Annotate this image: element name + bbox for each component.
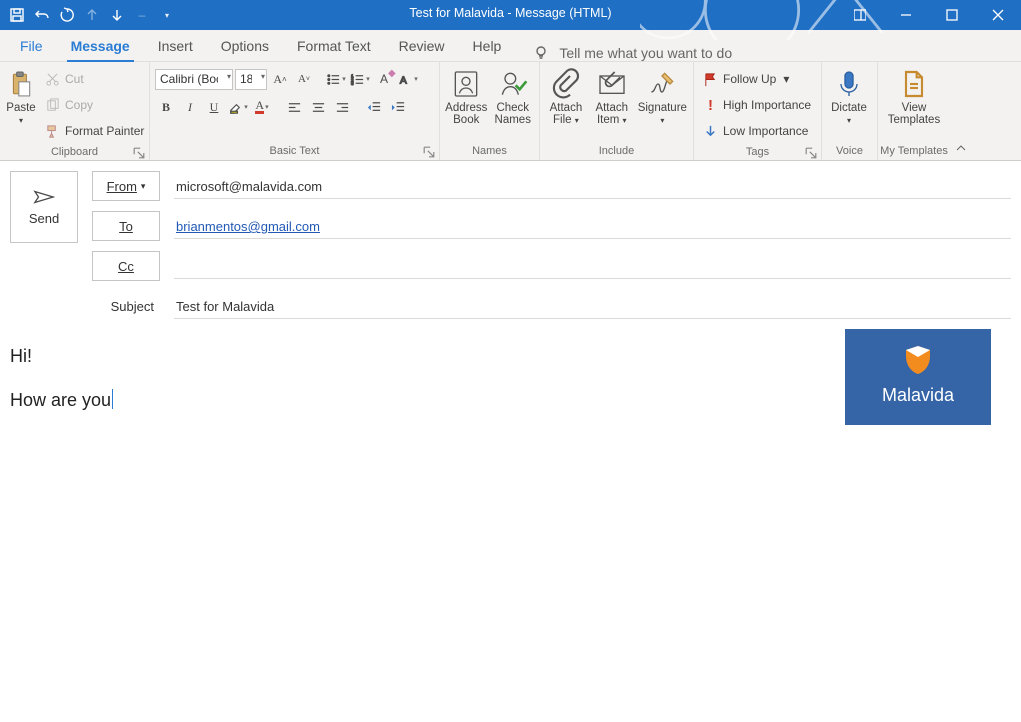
high-importance-button[interactable]: !High Importance	[699, 94, 816, 116]
styles-button[interactable]: A▾	[397, 68, 419, 90]
copy-button: Copy	[41, 94, 148, 116]
tab-review[interactable]: Review	[385, 31, 459, 61]
paste-label: Paste	[6, 102, 35, 114]
svg-text:A: A	[400, 75, 407, 86]
grow-font-button[interactable]: A˄	[269, 68, 291, 90]
group-include: AttachFile ▾ AttachItem ▾ Signature▾ Inc…	[540, 62, 694, 160]
send-label: Send	[29, 211, 59, 226]
compose-header: Send From▾ microsoft@malavida.com To bri…	[0, 161, 1021, 321]
underline-button[interactable]: U	[203, 96, 225, 118]
arrow-down-icon[interactable]	[106, 4, 128, 26]
cut-button: Cut	[41, 68, 148, 90]
malavida-logo: Malavida	[845, 329, 991, 425]
font-color-button[interactable]: A▾	[251, 96, 273, 118]
group-label-voice: Voice	[822, 143, 877, 160]
signature-button[interactable]: Signature▾	[637, 66, 688, 143]
qat-separator: –	[131, 4, 153, 26]
collapse-ribbon-button[interactable]	[950, 62, 972, 160]
group-label-names: Names	[440, 143, 539, 160]
view-templates-button[interactable]: ViewTemplates	[883, 66, 945, 143]
group-clipboard: Paste▾ Cut Copy Format Painter Clipboard	[0, 62, 150, 160]
svg-text:3: 3	[351, 81, 354, 86]
send-button[interactable]: Send	[10, 171, 78, 243]
align-right-button[interactable]	[331, 96, 353, 118]
to-recipient[interactable]: brianmentos@gmail.com	[176, 219, 320, 234]
message-body[interactable]: Hi! How are you Malavida	[0, 321, 1021, 453]
malavida-logo-text: Malavida	[882, 382, 954, 410]
paste-button[interactable]: Paste▾	[5, 66, 37, 144]
arrow-up-icon	[81, 4, 103, 26]
bullets-button[interactable]: ▾	[325, 68, 347, 90]
font-name-combo[interactable]: ▾	[155, 69, 233, 90]
group-basic-text: ▾ ▾ A˄ A˅ ▾ 123▾ A◆ A▾ B I U ▾ A▾	[150, 62, 440, 160]
tab-message[interactable]: Message	[57, 31, 144, 61]
subject-field[interactable]: Test for Malavida	[174, 293, 1011, 319]
shrink-font-button[interactable]: A˅	[293, 68, 315, 90]
increase-indent-button[interactable]	[387, 96, 409, 118]
highlight-button[interactable]: ▾	[227, 96, 249, 118]
undo-icon[interactable]	[31, 4, 53, 26]
tab-help[interactable]: Help	[459, 31, 516, 61]
align-center-button[interactable]	[307, 96, 329, 118]
customize-qat-icon[interactable]: ▾	[156, 4, 178, 26]
ribbon-tabs: File Message Insert Options Format Text …	[0, 30, 1021, 62]
tab-insert[interactable]: Insert	[144, 31, 207, 61]
redo-icon[interactable]	[56, 4, 78, 26]
from-button[interactable]: From▾	[92, 171, 160, 201]
from-field[interactable]: microsoft@malavida.com	[174, 173, 1011, 199]
check-names-button[interactable]: CheckNames	[492, 66, 535, 143]
tab-format-text[interactable]: Format Text	[283, 31, 385, 61]
tell-me-label: Tell me what you want to do	[559, 45, 732, 61]
text-cursor	[112, 389, 113, 409]
group-label-tags: Tags	[694, 144, 821, 161]
maximize-button[interactable]	[929, 0, 975, 30]
clipboard-launcher-icon[interactable]	[133, 147, 145, 159]
snap-layouts-button[interactable]	[837, 0, 883, 30]
ribbon: Paste▾ Cut Copy Format Painter Clipboard…	[0, 62, 1021, 161]
attach-item-button[interactable]: AttachItem ▾	[591, 66, 633, 143]
group-label-templates: My Templates	[878, 143, 950, 160]
tags-launcher-icon[interactable]	[805, 147, 817, 159]
group-label-include: Include	[540, 143, 693, 160]
basic-text-launcher-icon[interactable]	[423, 146, 435, 158]
close-button[interactable]	[975, 0, 1021, 30]
window-controls	[837, 0, 1021, 30]
follow-up-button[interactable]: Follow Up▾	[699, 68, 816, 90]
align-left-button[interactable]	[283, 96, 305, 118]
group-label-basic-text: Basic Text	[150, 143, 439, 160]
group-names: AddressBook CheckNames Names	[440, 62, 540, 160]
title-bar: – ▾ Test for Malavida - Message (HTML)	[0, 0, 1021, 30]
group-label-clipboard: Clipboard	[0, 144, 149, 161]
to-field[interactable]: brianmentos@gmail.com	[174, 213, 1011, 239]
numbering-button[interactable]: 123▾	[349, 68, 371, 90]
quick-access-toolbar: – ▾	[0, 0, 178, 30]
low-importance-button[interactable]: Low Importance	[699, 120, 816, 142]
group-voice: Dictate▾ Voice	[822, 62, 878, 160]
tab-options[interactable]: Options	[207, 31, 283, 61]
tab-file[interactable]: File	[6, 31, 57, 61]
italic-button[interactable]: I	[179, 96, 201, 118]
attach-file-button[interactable]: AttachFile ▾	[545, 66, 587, 143]
group-templates: ViewTemplates My Templates	[878, 62, 950, 160]
group-tags: Follow Up▾ !High Importance Low Importan…	[694, 62, 822, 160]
save-icon[interactable]	[6, 4, 28, 26]
to-button[interactable]: To	[92, 211, 160, 241]
dictate-button[interactable]: Dictate▾	[827, 66, 871, 143]
malavida-shield-icon	[900, 344, 936, 380]
subject-label: Subject	[92, 291, 160, 321]
font-size-combo[interactable]: ▾	[235, 69, 267, 90]
decrease-indent-button[interactable]	[363, 96, 385, 118]
bold-button[interactable]: B	[155, 96, 177, 118]
tell-me-search[interactable]: Tell me what you want to do	[533, 45, 732, 61]
cc-button[interactable]: Cc	[92, 251, 160, 281]
address-book-button[interactable]: AddressBook	[445, 66, 488, 143]
cc-field[interactable]	[174, 253, 1011, 279]
format-painter-button[interactable]: Format Painter	[41, 120, 148, 142]
lightbulb-icon	[533, 45, 549, 61]
minimize-button[interactable]	[883, 0, 929, 30]
clear-formatting-button[interactable]: A◆	[373, 68, 395, 90]
